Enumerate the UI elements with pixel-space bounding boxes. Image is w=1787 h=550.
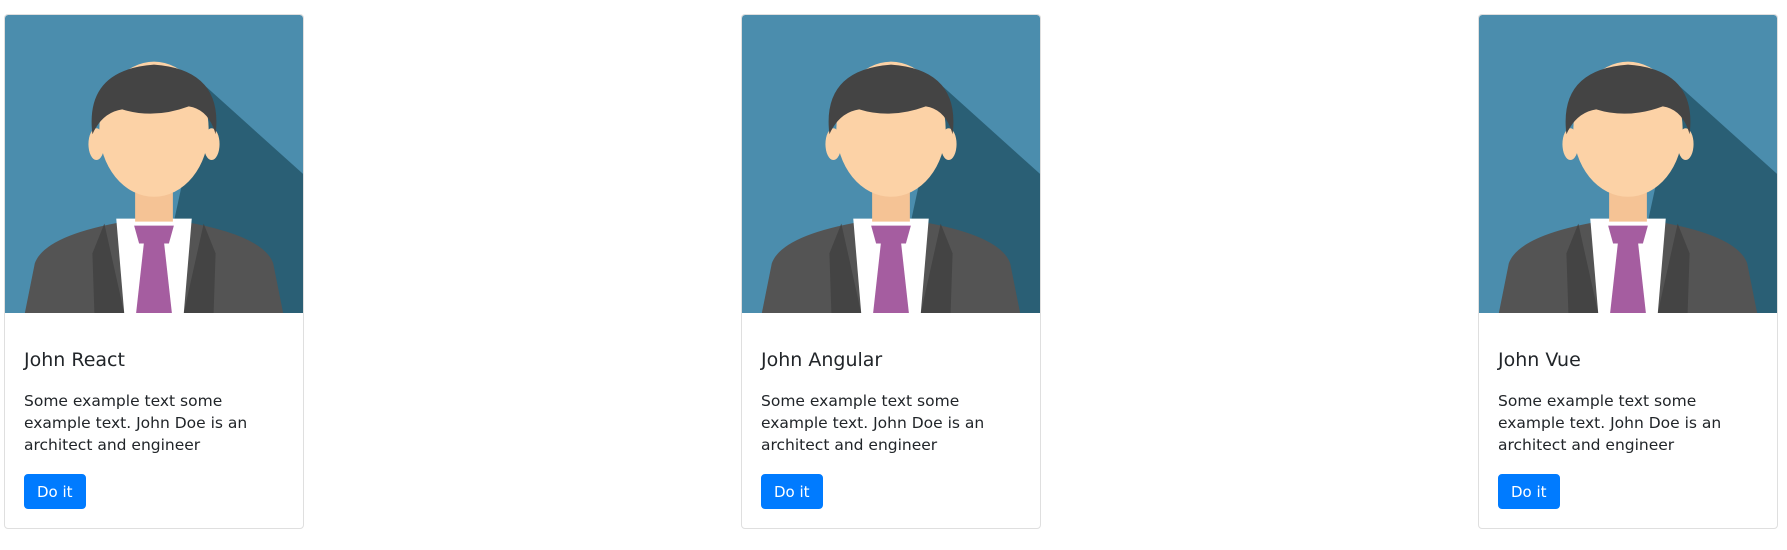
do-it-button[interactable]: Do it [761,473,823,509]
card-body: John React Some example text some exampl… [5,313,303,528]
person-avatar-icon [5,15,303,313]
card-title: John Vue [1498,349,1581,371]
card-body: John Angular Some example text some exam… [742,313,1040,528]
card-text: Some example text some example text. Joh… [761,391,985,454]
card-title: John Angular [761,349,883,371]
card-text: Some example text some example text. Joh… [1498,391,1722,454]
card-body: John Vue Some example text some example … [1479,313,1777,528]
card-text: Some example text some example text. Joh… [24,391,248,454]
card-title: John React [24,349,125,371]
do-it-button[interactable]: Do it [1498,473,1560,509]
person-avatar-icon [1479,15,1777,313]
profile-card: John Vue Some example text some example … [1478,14,1778,529]
card-row: John React Some example text some exampl… [0,0,1787,550]
profile-card: John Angular Some example text some exam… [741,14,1041,529]
person-avatar-icon [742,15,1040,313]
do-it-button[interactable]: Do it [24,473,86,509]
profile-card: John React Some example text some exampl… [4,14,304,529]
